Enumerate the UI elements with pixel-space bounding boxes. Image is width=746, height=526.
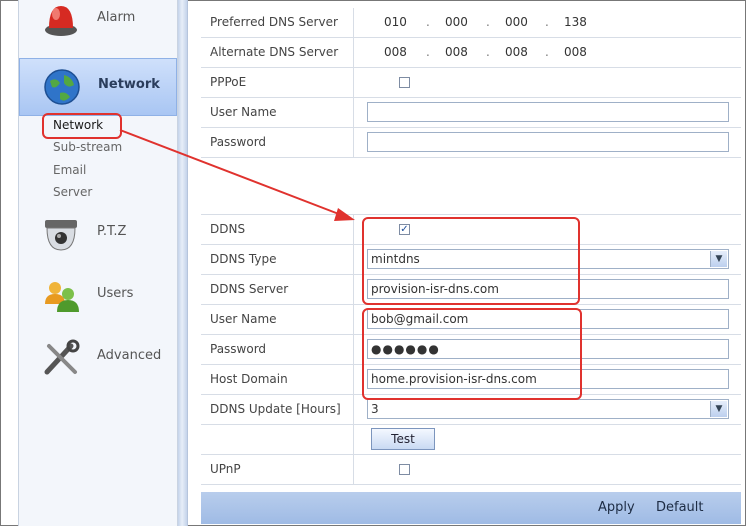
annotation-arrow — [119, 129, 355, 221]
